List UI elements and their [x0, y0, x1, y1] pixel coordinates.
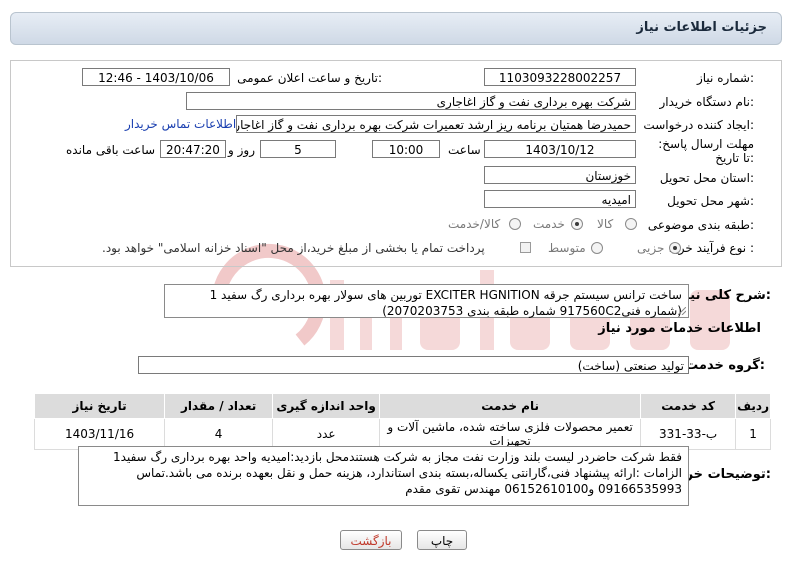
- category-option-goods: کالا: [597, 217, 614, 231]
- buyer-org-label: نام دستگاه خریدار:: [659, 95, 755, 109]
- deadline-label: مهلت ارسال پاسخ: تا تاریخ:: [658, 137, 754, 165]
- city-label: شهر محل تحویل:: [667, 194, 754, 208]
- col-header-qty: تعداد / مقدار: [164, 393, 274, 419]
- need-description-label: شرح کلی نیاز:: [677, 288, 771, 303]
- col-header-date: تاریخ نیاز: [33, 393, 166, 419]
- cell-date: 1403/11/16: [33, 418, 166, 450]
- category-radio-goods[interactable]: [625, 218, 637, 230]
- services-info-heading: اطلاعات خدمات مورد نیاز: [598, 321, 761, 336]
- services-table: ردیف کد خدمت نام خدمت واحد اندازه گیری ت…: [33, 393, 771, 450]
- creator-field: حمیدرضا همتیان برنامه ریز ارشد تعمیرات ش…: [236, 115, 636, 133]
- service-group-label: گروه خدمت:: [685, 358, 765, 373]
- treasury-note: پرداخت تمام یا بخشی از مبلغ خرید،از محل …: [102, 241, 485, 255]
- need-description-textarea[interactable]: ساخت ترانس سیستم جرقه EXCITER HGNITION ت…: [164, 284, 689, 318]
- page-title: جزئیات اطلاعات نیاز: [636, 20, 767, 35]
- creator-label: ایجاد کننده درخواست:: [643, 118, 754, 132]
- need-number-field: 1103093228002257: [484, 68, 636, 86]
- cell-row: 1: [735, 418, 771, 450]
- city-field: امیدیه: [484, 190, 636, 208]
- province-label: استان محل تحویل:: [659, 171, 754, 185]
- print-button[interactable]: چاپ: [417, 530, 467, 550]
- days-label: روز و: [228, 143, 255, 157]
- buyer-contact-link[interactable]: اطلاعات تماس خریدار: [125, 117, 236, 131]
- category-option-service: خدمت: [533, 217, 565, 231]
- back-button[interactable]: بازگشت: [340, 530, 402, 550]
- deadline-date-field: 1403/10/12: [484, 140, 636, 158]
- cell-name: تعمیر محصولات فلزی ساخته شده، ماشین آلات…: [379, 418, 642, 450]
- cell-unit: عدد: [272, 418, 381, 450]
- deadline-time-label: ساعت: [448, 143, 481, 157]
- need-description-text: ساخت ترانس سیستم جرقه EXCITER HGNITION ت…: [209, 288, 682, 318]
- title-bar: جزئیات اطلاعات نیاز: [10, 12, 782, 45]
- category-option-goods-service: کالا/خدمت: [448, 217, 501, 231]
- days-remaining-field: 5: [260, 140, 336, 158]
- cell-qty: 4: [164, 418, 274, 450]
- category-radio-service[interactable]: [571, 218, 583, 230]
- col-header-unit: واحد اندازه گیری: [272, 393, 381, 419]
- resize-handle-icon[interactable]: [678, 307, 686, 315]
- col-header-code: کد خدمت: [640, 393, 737, 419]
- purchase-type-label: نوع فرآیند خرید :: [669, 241, 754, 255]
- service-group-field: تولید صنعتی (ساخت): [138, 356, 689, 374]
- announce-datetime-field: 1403/10/06 - 12:46: [82, 68, 230, 86]
- category-label: طبقه بندی موضوعی:: [647, 218, 754, 232]
- purchase-radio-medium[interactable]: [591, 242, 603, 254]
- table-row: 1 ب-33-331 تعمیر محصولات فلزی ساخته شده،…: [33, 418, 771, 450]
- announce-datetime-label: تاریخ و ساعت اعلان عمومی:: [237, 71, 382, 85]
- buyer-org-field: شرکت بهره برداری نفت و گاز اغاجاری: [186, 92, 636, 110]
- need-number-label: شماره نیاز:: [696, 71, 754, 85]
- buyer-notes-text: فقط شرکت حاضردر لیست بلند وزارت نفت مجاز…: [113, 450, 682, 496]
- deadline-time-field: 10:00: [372, 140, 440, 158]
- purchase-option-minor: جزیی: [637, 241, 665, 255]
- buyer-notes-textarea[interactable]: فقط شرکت حاضردر لیست بلند وزارت نفت مجاز…: [78, 446, 689, 506]
- purchase-option-medium: متوسط: [548, 241, 586, 255]
- province-field: خوزستان: [484, 166, 636, 184]
- category-radio-goods-service[interactable]: [509, 218, 521, 230]
- col-header-name: نام خدمت: [379, 393, 642, 419]
- cell-code: ب-33-331: [640, 418, 737, 450]
- remaining-time-label: ساعت باقی مانده: [66, 143, 156, 157]
- col-header-row: ردیف: [735, 393, 771, 419]
- remaining-time-field: 20:47:20: [160, 140, 226, 158]
- purchase-radio-minor[interactable]: [669, 242, 681, 254]
- treasury-checkbox[interactable]: [520, 242, 531, 253]
